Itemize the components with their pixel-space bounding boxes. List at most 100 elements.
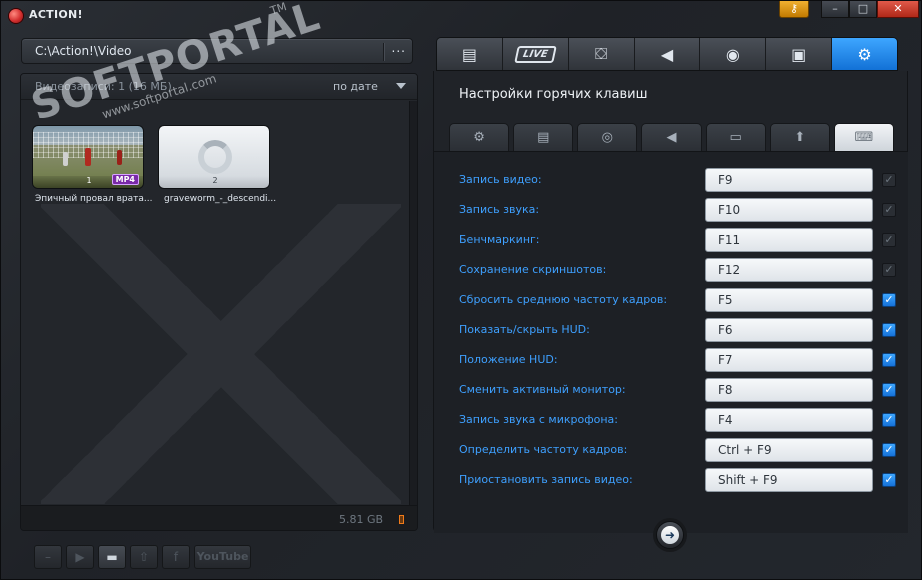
open-folder-button[interactable]: ▬	[98, 545, 126, 569]
hotkey-field[interactable]: F7	[705, 348, 873, 372]
hotkey-field[interactable]: F10	[705, 198, 873, 222]
tab-video[interactable]: ▤	[437, 38, 503, 70]
speaker-icon: ◀	[666, 130, 677, 145]
hotkey-row: Сохранение скриншотов: F12 ✓	[434, 256, 908, 286]
folder-path: C:\Action!\Video	[35, 44, 132, 58]
sort-dropdown[interactable]: по дате	[333, 80, 378, 93]
title-bar: ACTION! ⚷ – □ ✕	[1, 1, 921, 31]
facebook-button[interactable]: f	[162, 545, 190, 569]
hotkey-field[interactable]: F9	[705, 168, 873, 192]
youtube-button[interactable]: YouTube	[194, 545, 251, 569]
disk-usage-indicator	[399, 515, 404, 524]
subtab-monitor[interactable]: ▭	[705, 123, 766, 151]
hotkey-field[interactable]: Ctrl + F9	[705, 438, 873, 462]
film-icon: ▤	[537, 130, 550, 145]
hotkey-checkbox[interactable]: ✓	[882, 353, 896, 367]
hotkey-checkbox[interactable]: ✓	[882, 383, 896, 397]
divider	[383, 43, 384, 61]
hotkey-label: Запись звука:	[459, 203, 540, 216]
hotkey-label: Сменить активный монитор:	[459, 383, 626, 396]
tab-live[interactable]: LIVE	[502, 38, 569, 70]
recordings-panel: Видеозаписи: 1 (16 МБ) по дате 1 MP4 Эпи…	[20, 73, 418, 531]
tab-screenshot[interactable]: ▣	[766, 38, 833, 70]
hotkey-label: Показать/скрыть HUD:	[459, 323, 590, 336]
next-button[interactable]: ➜	[656, 521, 684, 549]
subtab-general[interactable]: ⚙	[449, 123, 510, 151]
app-window: ACTION! ⚷ – □ ✕ C:\Action!\Video ... Вид…	[0, 0, 922, 580]
gear-icon: ⚙	[857, 44, 872, 64]
hotkeys-list: Запись видео: F9 ✓ Запись звука: F10 ✓ Б…	[434, 151, 908, 533]
thumbnail-figure	[117, 150, 122, 165]
disk-free-space: 5.81 GB	[339, 513, 384, 526]
hotkey-row: Запись звука: F10 ✓	[434, 196, 908, 226]
tab-audio[interactable]: ◀	[634, 38, 701, 70]
thumbnail-figure	[63, 152, 68, 166]
hotkey-row: Сменить активный монитор: F8 ✓	[434, 376, 908, 406]
recording-thumbnail[interactable]: 1 MP4	[32, 125, 144, 189]
hotkey-checkbox[interactable]: ✓	[882, 413, 896, 427]
upload-icon: ⬆	[794, 130, 806, 145]
hotkey-field[interactable]: F12	[705, 258, 873, 282]
maximize-button[interactable]: □	[849, 1, 877, 18]
tab-settings[interactable]: ⚙	[832, 38, 897, 70]
hotkey-row: Сбросить среднюю частоту кадров: F5 ✓	[434, 286, 908, 316]
hotkey-checkbox[interactable]: ✓	[882, 293, 896, 307]
hotkey-field[interactable]: F6	[705, 318, 873, 342]
camera-icon: ▣	[791, 44, 807, 64]
subtab-upload[interactable]: ⬆	[769, 123, 830, 151]
recordings-header: Видеозаписи: 1 (16 МБ) по дате	[21, 74, 417, 100]
folder-path-bar[interactable]: C:\Action!\Video ...	[21, 38, 413, 64]
hotkey-label: Сбросить среднюю частоту кадров:	[459, 293, 668, 306]
browse-button[interactable]: ...	[392, 41, 406, 55]
hotkey-field[interactable]: Shift + F9	[705, 468, 873, 492]
app-title: ACTION!	[29, 8, 83, 21]
delete-button[interactable]: –	[34, 545, 62, 569]
play-button[interactable]: ▶	[66, 545, 94, 569]
hotkey-label: Определить частоту кадров:	[459, 443, 628, 456]
hotkey-row: Положение HUD: F7 ✓	[434, 346, 908, 376]
settings-subtabs: ⚙ ▤ ◎ ◀ ▭ ⬆ ⌨	[449, 123, 894, 151]
scrollbar[interactable]	[409, 101, 417, 505]
page-title: Настройки горячих клавиш	[459, 87, 648, 102]
hotkey-checkbox[interactable]: ✓	[882, 263, 896, 277]
subtab-hotkeys[interactable]: ⌨	[833, 123, 894, 151]
hotkey-field[interactable]: F4	[705, 408, 873, 432]
keyboard-icon: ⌨	[854, 130, 874, 145]
hotkey-label: Приостановить запись видео:	[459, 473, 633, 486]
hotkey-checkbox[interactable]: ✓	[882, 233, 896, 247]
recordings-caption: Видеозаписи: 1 (16 МБ)	[35, 80, 172, 93]
chevron-down-icon[interactable]	[396, 83, 406, 89]
hotkey-label: Запись звука с микрофона:	[459, 413, 619, 426]
minimize-button[interactable]: –	[821, 1, 849, 18]
hotkey-field[interactable]: F5	[705, 288, 873, 312]
hotkey-checkbox[interactable]: ✓	[882, 473, 896, 487]
film-icon: ▤	[461, 44, 477, 64]
key-icon[interactable]: ⚷	[779, 1, 809, 18]
tab-gaming[interactable]: ⛋	[568, 38, 635, 70]
hotkey-checkbox[interactable]: ✓	[882, 323, 896, 337]
thumbnail-figure	[85, 148, 91, 166]
subtab-webcam[interactable]: ◎	[577, 123, 638, 151]
arrow-right-icon: ➜	[661, 526, 679, 544]
subtab-video[interactable]: ▤	[513, 123, 574, 151]
upload-button[interactable]: ⇧	[130, 545, 158, 569]
recordings-footer: 5.81 GB	[21, 505, 417, 530]
background-logo-icon	[41, 204, 401, 504]
close-button[interactable]: ✕	[877, 1, 919, 18]
tab-benchmark[interactable]: ◉	[700, 38, 767, 70]
webcam-icon: ◎	[601, 130, 614, 145]
hotkey-checkbox[interactable]: ✓	[882, 443, 896, 457]
hotkey-field[interactable]: F8	[705, 378, 873, 402]
format-badge: MP4	[111, 174, 139, 185]
hotkey-row: Показать/скрыть HUD: F6 ✓	[434, 316, 908, 346]
live-label: LIVE	[514, 45, 557, 63]
gear-icon: ⚙	[473, 130, 485, 145]
hotkey-field[interactable]: F11	[705, 228, 873, 252]
hotkey-checkbox[interactable]: ✓	[882, 173, 896, 187]
hotkey-checkbox[interactable]: ✓	[882, 203, 896, 217]
thumbnail-index: 2	[159, 176, 269, 188]
hotkey-row: Приостановить запись видео: Shift + F9 ✓	[434, 466, 908, 496]
recording-thumbnail[interactable]: 2	[158, 125, 270, 189]
subtab-audio[interactable]: ◀	[641, 123, 702, 151]
settings-panel: Настройки горячих клавиш ⚙ ▤ ◎ ◀ ▭ ⬆ ⌨ З…	[433, 71, 908, 533]
